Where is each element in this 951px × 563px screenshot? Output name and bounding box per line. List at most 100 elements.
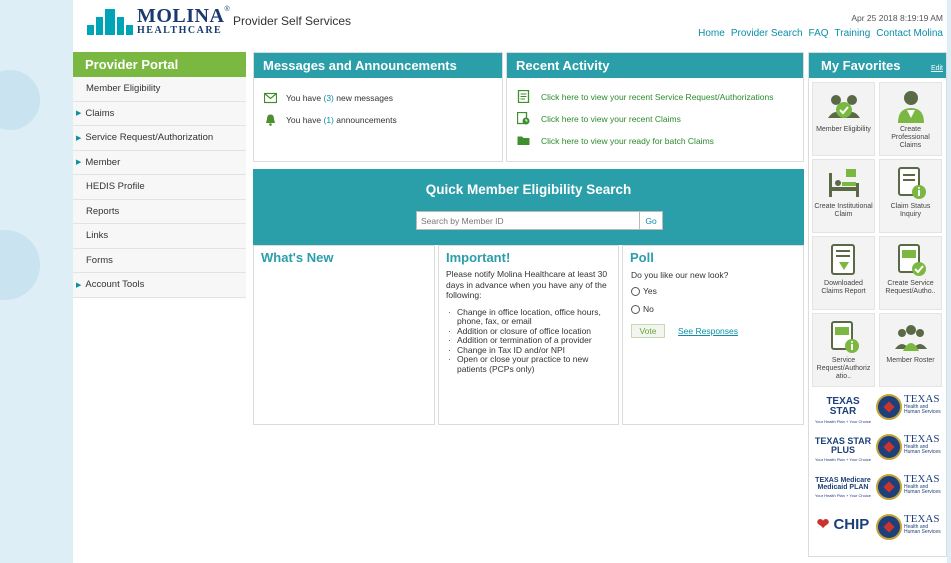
go-button[interactable]: Go [640,211,663,230]
announcements-count[interactable]: (1) [324,115,334,125]
recent-service-requests-link[interactable]: Click here to view your recent Service R… [517,90,803,103]
seal-subtitle: Health and Human Services [904,524,941,535]
texas-hhs-seal-text: TEXAS Health and Human Services [904,514,944,535]
texas-hhs-seal-icon [876,514,902,540]
nav-home-link[interactable]: Home [698,28,725,39]
seal-subtitle: Health and Human Services [904,444,941,455]
favorite-tile-label: Member Eligibility [816,126,871,133]
new-messages-row[interactable]: You have (3) new messages [264,92,502,104]
sidebar-item-forms[interactable]: Forms [73,248,246,273]
recent-service-requests-text: Click here to view your recent Service R… [541,91,774,102]
sidebar-item-member-eligibility[interactable]: Member Eligibility [73,77,246,102]
hospital-bed-icon [826,165,862,201]
recent-activity-title: Recent Activity [507,53,803,78]
molina-logo[interactable]: MOLINA® HEALTHCARE [87,6,230,36]
see-responses-link[interactable]: See Responses [678,326,738,336]
partner-program-logo[interactable]: ❤ CHIP [812,517,874,547]
sidebar-item-claims[interactable]: ▶ Claims [73,101,246,126]
poll-question: Do you like our new look? [631,270,729,280]
sidebar-item-reports[interactable]: Reports [73,199,246,224]
important-title: Important! [446,250,511,265]
molina-logo-mark-icon [87,7,133,35]
favorite-tile-member-roster[interactable]: Member Roster [879,313,942,387]
nav-training-link[interactable]: Training [835,28,871,39]
poll-panel: Poll Do you like our new look? Yes No Vo… [622,245,804,425]
favorite-tile-member-eligibility[interactable]: Member Eligibility [812,82,875,156]
sidebar-item-label: Reports [86,205,120,217]
logo-sub: HEALTHCARE [137,25,223,36]
sra-info-icon [826,319,862,355]
messages-title: Messages and Announcements [254,53,502,78]
member-eligibility-icon [826,88,862,124]
texas-hhs-seal-icon [876,394,902,420]
partner-logo-row: TEXAS STAR PLUS Your Health Plan + Your C… [812,432,944,472]
partner-program-name: TEXAS Medicare Medicaid PLAN [815,477,871,491]
announcements-row[interactable]: You have (1) announcements [264,114,502,126]
poll-option-no[interactable]: No [623,304,803,314]
partner-program-wordmark: TEXAS STAR PLUS [812,437,874,455]
important-list-item: · Open or close your practice to new pati… [448,354,612,374]
partner-program-tagline: Your Health Plan + Your Choice [814,493,871,498]
partner-program-logo[interactable]: TEXAS STAR PLUS Your Health Plan + Your C… [812,437,874,467]
recent-claims-link[interactable]: Click here to view your recent Claims [517,112,803,125]
new-messages-count[interactable]: (3) [324,93,334,103]
sidebar-title: Provider Portal [73,52,246,77]
favorite-tile-sra-check[interactable]: Create Service Request/Autho.. [879,236,942,310]
favorite-tile-label: Create Service Request/Autho.. [885,280,936,295]
sidebar-item-links[interactable]: Links [73,224,246,249]
nav-faq-link[interactable]: FAQ [809,28,829,39]
sidebar-item-label: Forms [86,254,113,266]
favorite-tile-hospital-bed[interactable]: Create Institutional Claim [812,159,875,233]
favorite-tile-document-info[interactable]: Claim Status Inquiry [879,159,942,233]
partner-program-logo[interactable]: TEXAS STAR Your Health Plan + Your Choice [812,397,874,427]
favorite-tile-label: Service Request/Authoriz atio.. [816,357,871,380]
favorite-tile-label: Create Institutional Claim [814,203,873,218]
my-favorites-panel: My Favorites Edit Member Eligibility Crea… [808,52,947,557]
nav-provider-search-link[interactable]: Provider Search [731,28,803,39]
new-messages-post: new messages [333,93,393,103]
page-header: MOLINA® HEALTHCARE Provider Self Service… [73,0,947,44]
clipboard-icon [517,90,530,103]
messages-panel: Messages and Announcements You have (3) … [253,52,503,162]
quick-member-search-panel: Quick Member Eligibility Search Go [253,169,804,245]
nav-contact-molina-link[interactable]: Contact Molina [876,28,943,39]
poll-option-yes[interactable]: Yes [623,286,803,296]
sidebar-item-account-tools[interactable]: ▶ Account Tools [73,273,246,298]
texas-hhs-seal-text: TEXAS Health and Human Services [904,394,944,415]
sidebar-item-hedis-profile[interactable]: HEDIS Profile [73,175,246,200]
claims-clock-icon [517,112,530,125]
favorite-tile-sra-info[interactable]: Service Request/Authoriz atio.. [812,313,875,387]
sidebar-item-member[interactable]: ▶ Member [73,150,246,175]
partner-program-logo[interactable]: TEXAS Medicare Medicaid PLAN Your Health … [812,477,874,507]
sidebar-item-label: Claims [85,107,115,119]
sidebar-item-service-request-authorization[interactable]: ▶ Service Request/Authorization [73,126,246,151]
important-item-text: Change in office location, office hours,… [457,306,601,326]
member-id-search-input[interactable] [416,211,640,230]
partner-program-wordmark: TEXAS Medicare Medicaid PLAN [812,477,874,491]
favorite-tile-download-document[interactable]: Downloaded Claims Report [812,236,875,310]
sidebar-item-label: Member [85,156,121,168]
important-list-item: · Change in office location, office hours… [448,306,612,327]
vote-button[interactable]: Vote [631,324,665,338]
left-background-strip [0,0,73,563]
whats-new-panel: What's New [253,245,435,425]
partner-logo-row: TEXAS STAR Your Health Plan + Your Choice… [812,392,944,432]
batch-claims-text: Click here to view your ready for batch … [541,135,714,146]
batch-claims-link[interactable]: Click here to view your ready for batch … [517,134,803,147]
important-item-text: Open or close your practice to new patie… [457,354,589,374]
app-title: Provider Self Services [233,14,352,28]
partner-program-wordmark: TEXAS STAR [812,397,874,417]
favorite-tile-label: Claim Status Inquiry [890,203,931,218]
bell-icon [266,114,275,126]
new-messages-text: You have (3) new messages [286,93,393,103]
top-nav: Home Provider Search FAQ Training Contac… [698,28,943,39]
favorite-tile-doctor[interactable]: Create Professional Claims [879,82,942,156]
favorites-edit-link[interactable]: Edit [931,65,943,72]
announcements-post: announcements [333,115,397,125]
expand-arrow-icon: ▶ [76,281,82,289]
sidebar-item-label: Account Tools [85,279,145,291]
expand-arrow-icon: ▶ [76,134,82,142]
partner-program-name: TEXAS STAR [826,396,860,417]
yes-radio[interactable] [631,286,640,296]
no-radio[interactable] [631,304,640,314]
